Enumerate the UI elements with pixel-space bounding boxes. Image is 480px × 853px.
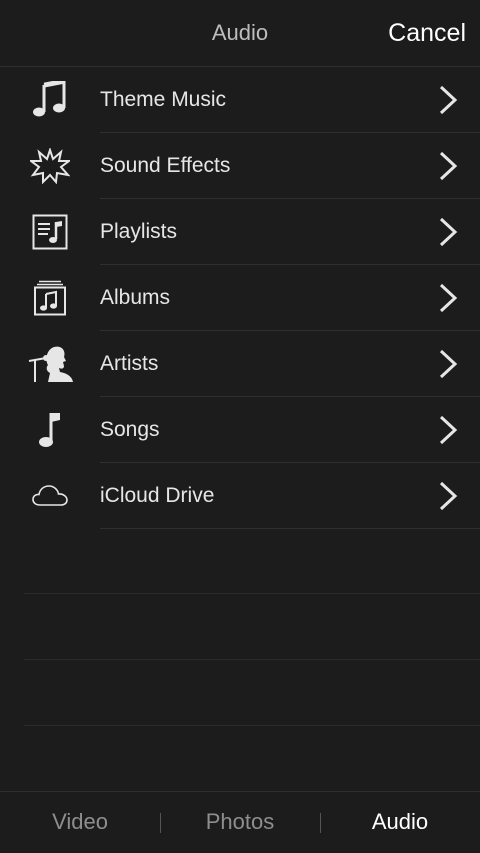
starburst-icon [26, 146, 74, 186]
tab-video[interactable]: Video [0, 792, 160, 852]
cloud-icon [26, 476, 74, 516]
list-item-playlists[interactable]: Playlists [0, 199, 480, 265]
list-item-label: Albums [100, 286, 171, 309]
singer-microphone-icon [26, 344, 74, 384]
chevron-right-icon [438, 283, 458, 313]
audio-source-list: Theme Music Sound Effects Playlists Albu… [0, 67, 480, 529]
list-item-label: Songs [100, 418, 160, 441]
chevron-right-icon [438, 151, 458, 181]
row-separator [100, 528, 480, 529]
list-item-label: Playlists [100, 220, 178, 243]
empty-row-separator [24, 725, 480, 726]
tab-photos[interactable]: Photos [160, 792, 320, 852]
list-item-label: Sound Effects [100, 154, 231, 177]
chevron-right-icon [438, 481, 458, 511]
list-item-artists[interactable]: Artists [0, 331, 480, 397]
list-item-albums[interactable]: Albums [0, 265, 480, 331]
empty-row-separator [24, 593, 480, 594]
list-item-icloud-drive[interactable]: iCloud Drive [0, 463, 480, 529]
empty-row-separator [24, 659, 480, 660]
chevron-right-icon [438, 415, 458, 445]
music-note-icon [26, 410, 74, 450]
list-item-label: iCloud Drive [100, 484, 215, 507]
media-tab-bar: Video Photos Audio [0, 791, 480, 853]
album-stack-icon [26, 278, 74, 318]
list-item-label: Artists [100, 352, 159, 375]
list-item-songs[interactable]: Songs [0, 397, 480, 463]
playlist-icon [26, 212, 74, 252]
chevron-right-icon [438, 217, 458, 247]
list-item-sound-effects[interactable]: Sound Effects [0, 133, 480, 199]
tab-audio[interactable]: Audio [320, 792, 480, 852]
chevron-right-icon [438, 85, 458, 115]
list-item-label: Theme Music [100, 88, 227, 111]
chevron-right-icon [438, 349, 458, 379]
list-item-theme-music[interactable]: Theme Music [0, 67, 480, 133]
cancel-button[interactable]: Cancel [388, 0, 466, 66]
music-notes-icon [26, 80, 74, 120]
navigation-bar: Audio Cancel [0, 0, 480, 67]
